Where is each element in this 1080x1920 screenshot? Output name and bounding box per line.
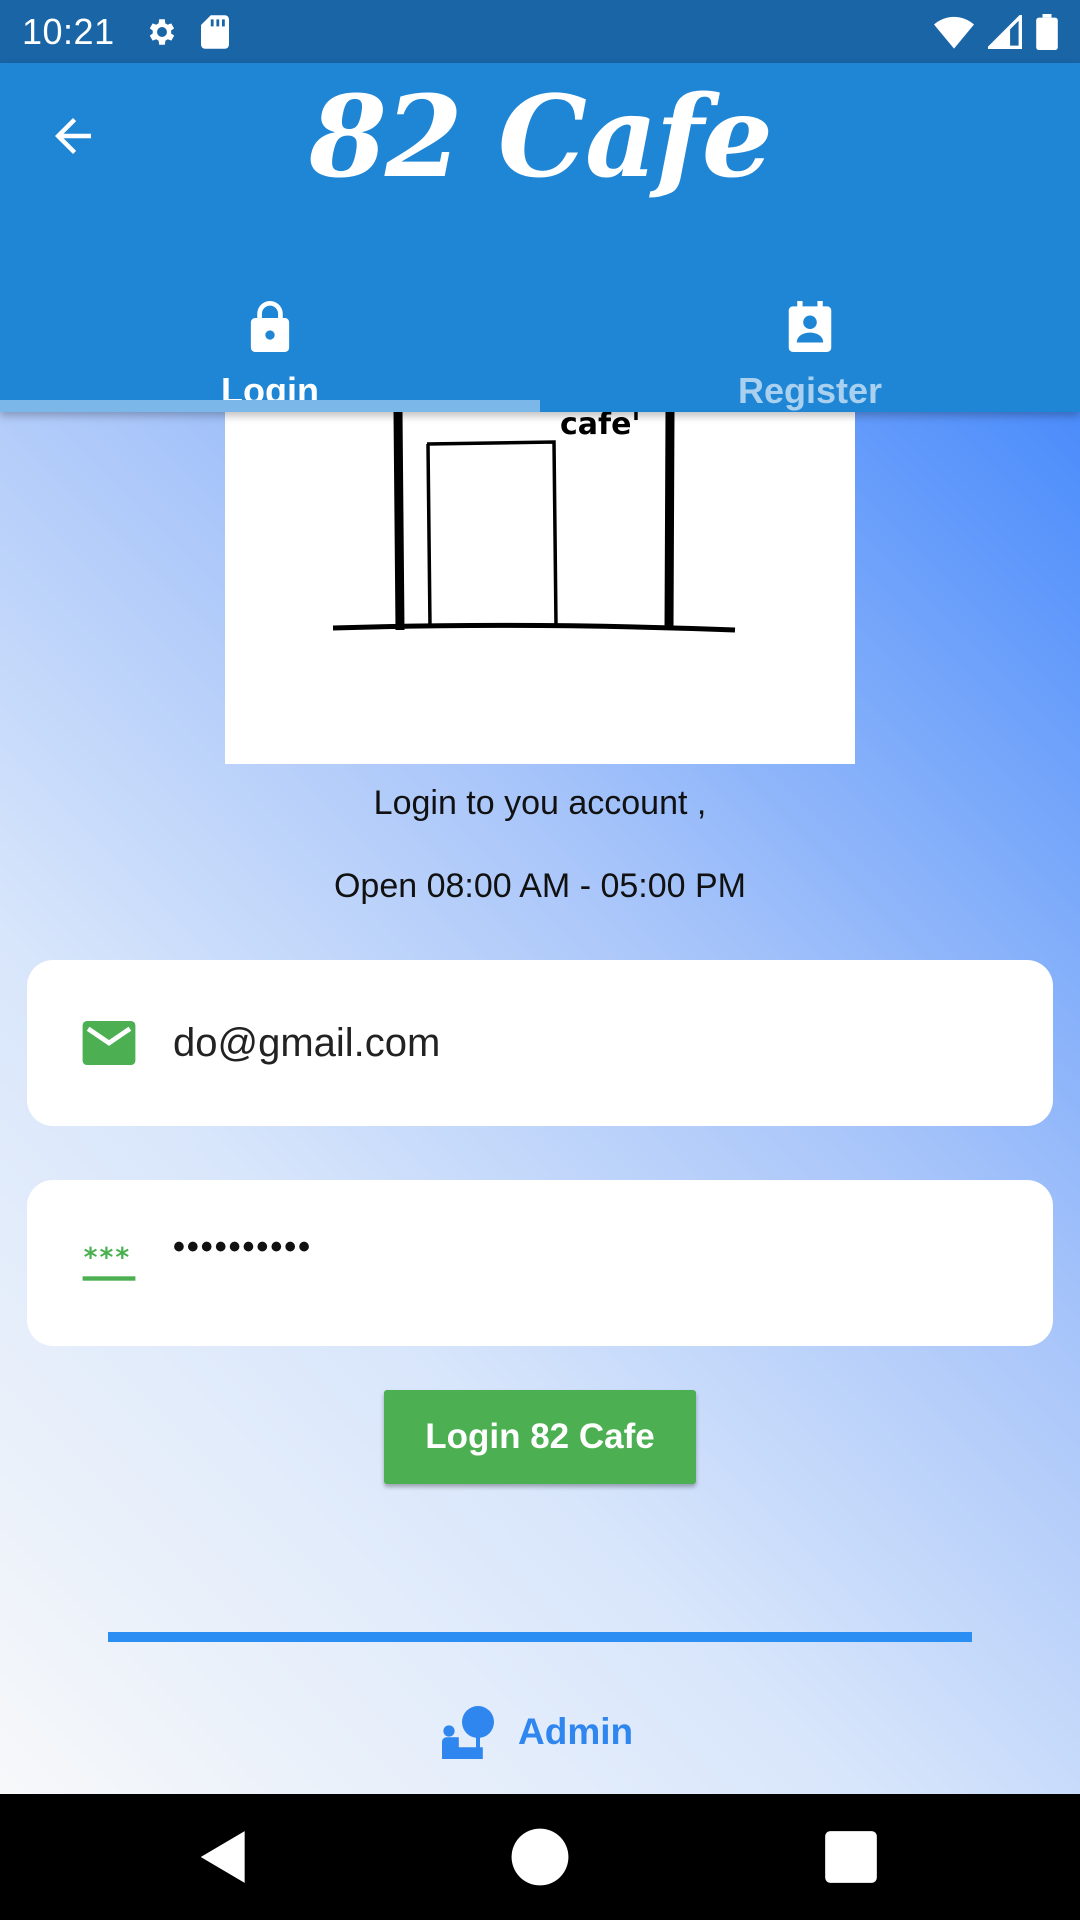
app-bar: 82 Cafe Login Register — [0, 63, 1080, 412]
home-circle-icon[interactable] — [509, 1826, 571, 1888]
email-field[interactable]: do@gmail.com — [27, 960, 1053, 1126]
password-value: •••••••••• — [173, 1228, 313, 1266]
divider — [108, 1632, 972, 1642]
sd-card-icon — [200, 14, 229, 49]
back-triangle-icon[interactable] — [193, 1826, 255, 1888]
greeting-text: Login to you account , — [373, 784, 707, 822]
password-icon: *** — [82, 1242, 136, 1281]
app-title: 82 Cafe — [309, 72, 773, 203]
admin-label: Admin — [518, 1711, 634, 1752]
mail-icon — [82, 1021, 136, 1065]
hours-text: Open 08:00 AM - 05:00 PM — [333, 867, 747, 905]
login-button[interactable]: Login 82 Cafe — [384, 1390, 696, 1484]
email-value: do@gmail.com — [173, 1020, 441, 1065]
lock-icon — [250, 301, 290, 352]
admin-link[interactable]: Admin — [440, 1702, 633, 1762]
gear-icon — [149, 18, 174, 45]
contact-card-icon — [788, 301, 832, 352]
login-form-area: cafe' Login to you account , Open 08:00 … — [0, 412, 1080, 1794]
status-bar: 10:21 — [0, 0, 1080, 63]
password-field[interactable]: *** •••••••••• — [27, 1180, 1053, 1346]
wifi-icon — [934, 16, 974, 49]
status-time: 10:21 — [22, 10, 115, 52]
cafe-sign-text: cafe' — [560, 412, 641, 442]
tab-indicator — [0, 400, 540, 412]
admin-user-icon — [442, 1706, 494, 1759]
tab-register[interactable]: Register — [540, 223, 1080, 412]
tab-label-register: Register — [737, 370, 883, 411]
recents-square-icon[interactable] — [820, 1826, 882, 1888]
battery-icon — [1036, 13, 1058, 50]
tab-login[interactable]: Login — [0, 223, 540, 412]
tab-bar: Login Register — [0, 223, 1080, 412]
navigation-bar — [0, 1794, 1080, 1920]
cafe-illustration: cafe' — [225, 412, 855, 764]
signal-icon — [988, 14, 1022, 49]
svg-text:***: *** — [83, 1242, 131, 1273]
